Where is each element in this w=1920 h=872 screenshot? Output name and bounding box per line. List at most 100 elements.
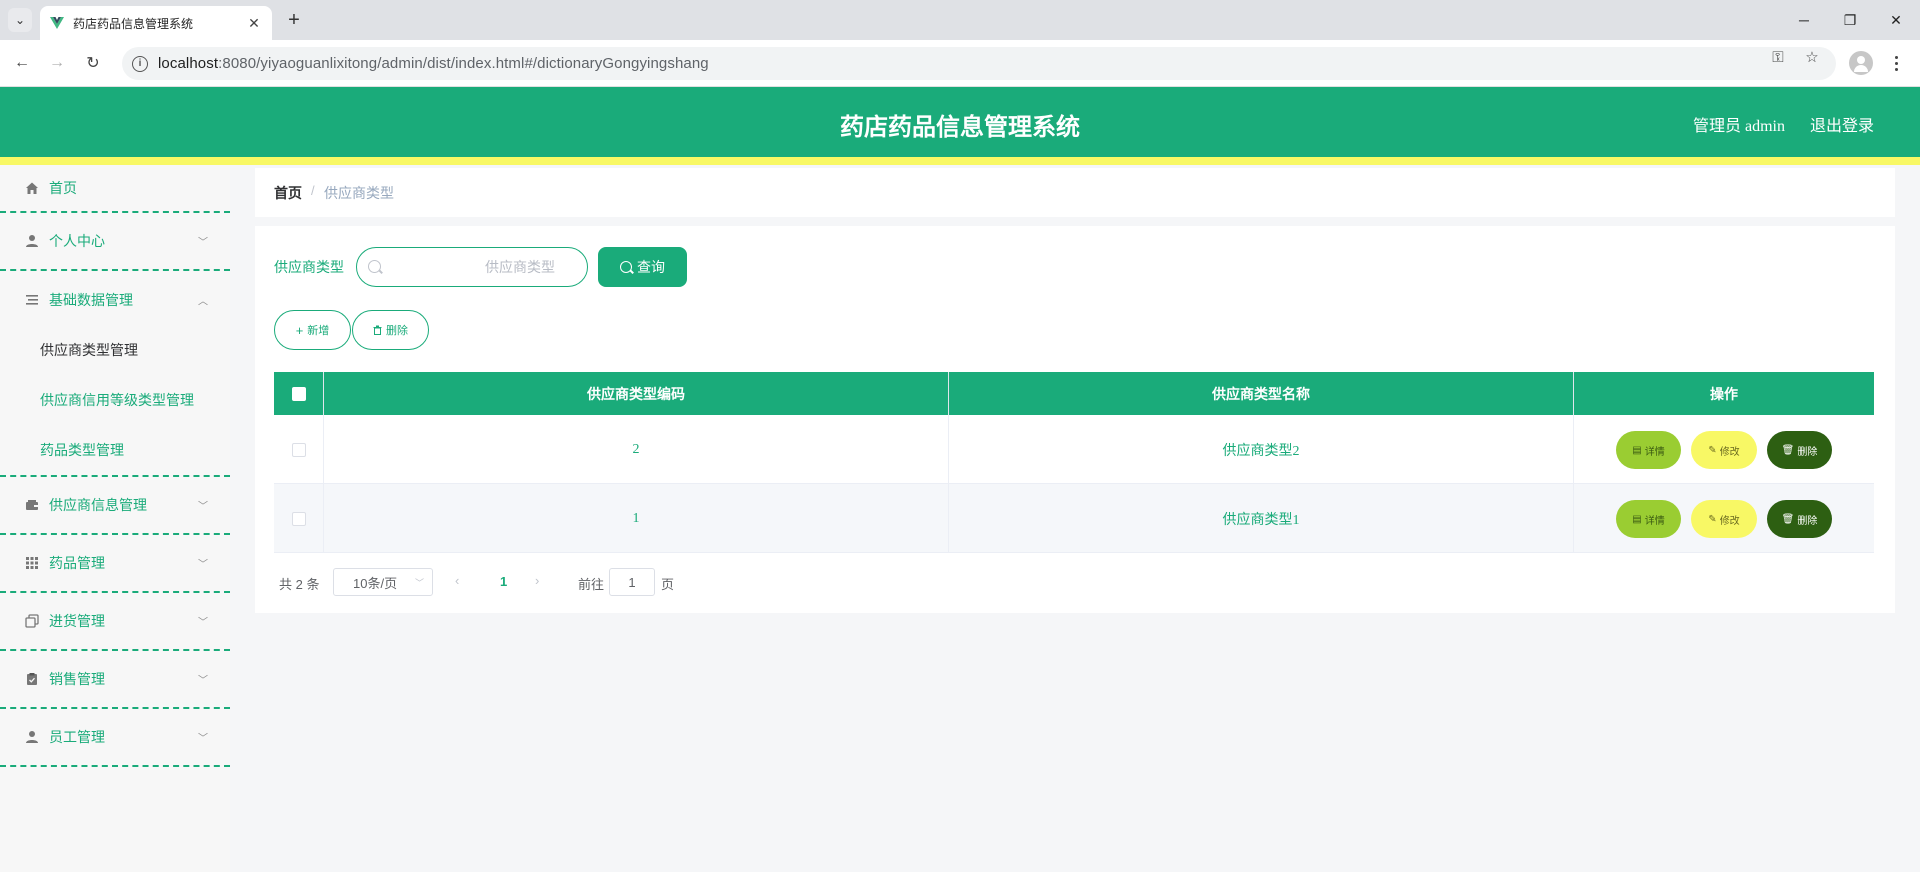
sidebar-subitem-supplier-type[interactable]: 供应商类型管理 [0, 325, 230, 375]
search-icon [620, 261, 632, 273]
password-key-icon[interactable]: ⚿ [1769, 48, 1787, 66]
profile-avatar[interactable] [1849, 51, 1873, 75]
sidebar-subitem-drug-type[interactable]: 药品类型管理 [40, 440, 124, 460]
page-suffix: 页 [661, 577, 675, 592]
query-button[interactable]: 查询 [598, 247, 687, 287]
goto-page-input[interactable]: 1 [609, 568, 655, 596]
breadcrumb: 首页 / 供应商类型 [255, 168, 1895, 217]
cell-name: 供应商类型2 [949, 415, 1574, 484]
sidebar-item-purchase[interactable]: 进货管理 ﹀ [0, 593, 230, 651]
user-icon [25, 730, 39, 744]
sidebar-item-label: 首页 [49, 180, 77, 196]
table-row: 2 供应商类型2 ▤ 详情 ✎ 修改 🗑 删除 [274, 415, 1874, 484]
sidebar-item-staff[interactable]: 员工管理 ﹀ [0, 709, 230, 767]
row-checkbox[interactable] [291, 442, 306, 457]
sidebar-item-drug[interactable]: 药品管理 ﹀ [0, 535, 230, 593]
goto-label: 前往 [578, 577, 605, 592]
restore-button[interactable]: ❐ [1827, 0, 1873, 40]
trash-icon: 🗑 [1781, 444, 1795, 456]
home-icon [25, 181, 39, 195]
add-button[interactable]: + 新增 [274, 310, 351, 350]
sidebar-item-label: 药品管理 [49, 555, 105, 571]
prev-page-button[interactable]: ‹ [455, 573, 459, 588]
detail-button[interactable]: ▤ 详情 [1616, 500, 1681, 538]
pencil-icon: ✎ [1708, 444, 1717, 456]
tab-search-button[interactable]: ⌄ [8, 8, 32, 32]
sidebar-item-home[interactable]: 首页 [0, 165, 230, 213]
select-all-checkbox[interactable] [291, 386, 306, 401]
breadcrumb-separator: / [311, 183, 315, 198]
row-delete-button[interactable]: 🗑 删除 [1767, 500, 1832, 538]
query-button-label: 查询 [637, 259, 665, 275]
detail-button[interactable]: ▤ 详情 [1616, 431, 1681, 469]
sidebar-item-label: 销售管理 [49, 671, 105, 687]
vue-logo-icon [50, 17, 64, 29]
back-button[interactable]: ← [10, 51, 34, 75]
row-delete-button[interactable]: 🗑 删除 [1767, 431, 1832, 469]
address-bar-row: ← → ↻ i localhost:8080/yiyaoguanlixitong… [0, 40, 1920, 87]
url-text: localhost:8080/yiyaoguanlixitong/admin/d… [158, 55, 709, 72]
url-input[interactable]: i localhost:8080/yiyaoguanlixitong/admin… [122, 47, 1836, 80]
search-icon [368, 260, 381, 273]
sidebar-item-label: 员工管理 [49, 729, 105, 745]
new-tab-button[interactable]: + [282, 8, 306, 32]
list-icon [25, 293, 39, 307]
edit-button[interactable]: ✎ 修改 [1691, 431, 1757, 469]
sidebar-item-label: 基础数据管理 [49, 292, 133, 308]
browser-tab-bar: ⌄ 药店药品信息管理系统 ✕ + ─ ❐ ✕ [0, 0, 1920, 40]
tab-close-icon[interactable]: ✕ [246, 15, 262, 32]
sidebar-item-label: 进货管理 [49, 613, 105, 629]
column-header-actions: 操作 [1710, 385, 1738, 402]
page-size-select[interactable]: 10条/页 ﹀ [333, 568, 433, 596]
sidebar-item-sales[interactable]: 销售管理 ﹀ [0, 651, 230, 709]
bookmark-star-icon[interactable]: ☆ [1803, 48, 1821, 66]
reload-button[interactable]: ↻ [81, 51, 105, 75]
breadcrumb-home[interactable]: 首页 [274, 183, 302, 203]
close-window-button[interactable]: ✕ [1873, 0, 1919, 40]
search-field[interactable] [356, 247, 588, 287]
breadcrumb-current: 供应商类型 [324, 185, 394, 201]
edit-button[interactable]: ✎ 修改 [1691, 500, 1757, 538]
cell-actions: ▤ 详情 ✎ 修改 🗑 删除 [1574, 484, 1874, 553]
cell-code: 1 [324, 484, 949, 553]
row-checkbox[interactable] [291, 511, 306, 526]
forward-button[interactable]: → [45, 51, 69, 75]
plus-icon: + [295, 322, 304, 338]
chevron-down-icon: ﹀ [198, 675, 208, 687]
document-icon: ▤ [1632, 513, 1642, 525]
chevron-down-icon: ﹀ [198, 501, 208, 513]
browser-tab[interactable]: 药店药品信息管理系统 ✕ [40, 6, 272, 40]
site-info-icon[interactable]: i [132, 55, 148, 72]
clipboard-icon [25, 672, 39, 686]
trash-icon: 🗑 [1781, 513, 1795, 525]
sidebar-subitem-credit-level[interactable]: 供应商信用等级类型管理 [0, 375, 230, 425]
app-title: 药店药品信息管理系统 [840, 113, 1080, 141]
sidebar-item-label: 个人中心 [49, 233, 105, 249]
logout-link[interactable]: 退出登录 [1810, 112, 1874, 136]
batch-delete-button[interactable]: 删除 [352, 310, 429, 350]
column-header-code[interactable]: 供应商类型编码 [324, 372, 949, 415]
header-checkbox-cell [274, 372, 324, 415]
sidebar-item-personal[interactable]: 个人中心 ﹀ [0, 213, 230, 271]
table-header: 供应商类型编码 供应商类型名称 操作 [274, 372, 1874, 415]
search-input[interactable] [387, 248, 583, 286]
app-header: 药店药品信息管理系统 管理员 admin 退出登录 [0, 87, 1920, 165]
column-header-name[interactable]: 供应商类型名称 [949, 372, 1574, 415]
trash-icon [373, 325, 382, 335]
tab-title: 药店药品信息管理系统 [73, 16, 194, 31]
sidebar-item-supplier-info[interactable]: 供应商信息管理 ﹀ [0, 477, 230, 535]
sidebar: 首页 个人中心 ﹀ 基础数据管理 ︿ 供应商类型管理 供应商信用等级类型管理 药… [0, 165, 230, 872]
pagination: 共 2 条 10条/页 ﹀ ‹ 1 › 前往 1 页 [279, 568, 879, 596]
browser-menu-icon[interactable] [1888, 51, 1904, 75]
copy-icon [25, 614, 39, 628]
next-page-button[interactable]: › [535, 573, 539, 588]
chevron-down-icon: ﹀ [198, 733, 208, 745]
minimize-button[interactable]: ─ [1781, 0, 1827, 40]
pencil-icon: ✎ [1708, 513, 1717, 525]
page-number-current[interactable]: 1 [500, 574, 507, 589]
cell-name: 供应商类型1 [949, 484, 1574, 553]
grid-icon [25, 556, 39, 570]
pagination-total: 共 2 条 [279, 577, 320, 592]
sidebar-item-basic-data[interactable]: 基础数据管理 ︿ [0, 271, 230, 329]
chevron-down-icon: ﹀ [414, 578, 424, 588]
